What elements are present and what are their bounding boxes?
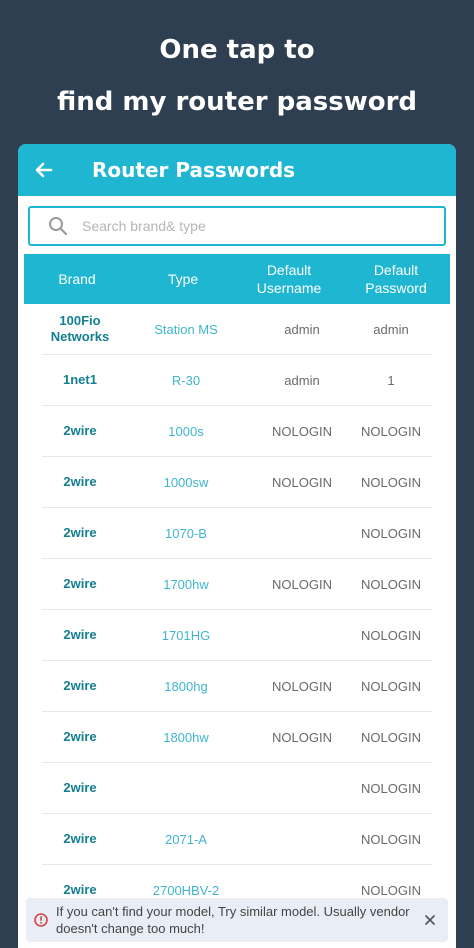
cell-password: NOLOGIN — [361, 678, 421, 694]
table-row[interactable]: 2wire 2071-A NOLOGIN — [42, 814, 432, 865]
cell-password: NOLOGIN — [361, 423, 421, 439]
cell-type: 1800hg — [164, 678, 208, 694]
search-icon — [49, 217, 68, 236]
table-header: Brand Type Default Username Default Pass… — [24, 254, 450, 304]
cell-type: Station MS — [154, 321, 218, 337]
cell-password: NOLOGIN — [361, 576, 421, 592]
cell-brand: 2wire — [63, 780, 97, 795]
close-toast-button[interactable] — [420, 910, 440, 930]
close-icon — [425, 915, 435, 925]
info-circle-icon — [34, 913, 48, 927]
cell-brand: 2wire — [63, 729, 97, 744]
cell-type: 2071-A — [165, 831, 207, 847]
arrow-left-icon — [35, 162, 53, 178]
promo-line-2: find my router password — [56, 87, 418, 117]
table-row[interactable]: 2wire 1070-B NOLOGIN — [42, 508, 432, 559]
table-row[interactable]: 2wire 1800hw NOLOGIN NOLOGIN — [42, 712, 432, 763]
cell-username: NOLOGIN — [272, 474, 332, 490]
cell-password: NOLOGIN — [361, 627, 421, 643]
app-bar-title: Router Passwords — [92, 158, 296, 182]
search-area — [18, 196, 456, 252]
cell-type: 1700hw — [163, 576, 209, 592]
cell-password: 1 — [387, 372, 395, 388]
table-row[interactable]: 2wire 1800hg NOLOGIN NOLOGIN — [42, 661, 432, 712]
cell-type: 1070-B — [165, 525, 207, 541]
cell-brand: 1net1 — [63, 372, 97, 387]
router-table-body: 100Fio Networks Station MS admin admin 1… — [42, 304, 432, 916]
table-row[interactable]: 2wire 1700hw NOLOGIN NOLOGIN — [42, 559, 432, 610]
cell-username: NOLOGIN — [272, 678, 332, 694]
promo-line-1: One tap to — [159, 35, 315, 65]
app-bar: Router Passwords — [18, 144, 456, 196]
cell-brand: 2wire — [63, 882, 97, 897]
cell-type: 1701HG — [161, 627, 211, 643]
cell-username: admin — [284, 372, 320, 388]
header-type[interactable]: Type — [130, 271, 236, 287]
table-row[interactable]: 100Fio Networks Station MS admin admin — [42, 304, 432, 355]
search-box[interactable] — [28, 206, 446, 246]
header-default-username[interactable]: Default Username — [236, 261, 342, 297]
cell-password: NOLOGIN — [361, 780, 421, 796]
cell-username: NOLOGIN — [272, 729, 332, 745]
search-input[interactable] — [80, 217, 404, 235]
header-brand[interactable]: Brand — [24, 271, 130, 287]
cell-password: admin — [373, 321, 409, 337]
table-row[interactable]: 2wire 1000s NOLOGIN NOLOGIN — [42, 406, 432, 457]
cell-password: NOLOGIN — [361, 882, 421, 898]
cell-brand: 100Fio Networks — [50, 313, 110, 344]
cell-type: 1800hw — [163, 729, 209, 745]
cell-brand: 2wire — [63, 525, 97, 540]
cell-brand: 2wire — [63, 423, 97, 438]
app-screen: Router Passwords Brand Type Default User… — [18, 144, 456, 948]
cell-username: admin — [284, 321, 320, 337]
cell-type: 1000sw — [163, 474, 209, 490]
cell-brand: 2wire — [63, 576, 97, 591]
table-row[interactable]: 2wire NOLOGIN — [42, 763, 432, 814]
hint-text: If you can't find your model, Try simila… — [56, 904, 410, 936]
cell-username: NOLOGIN — [272, 576, 332, 592]
cell-password: NOLOGIN — [361, 474, 421, 490]
cell-brand: 2wire — [63, 627, 97, 642]
back-button[interactable] — [18, 144, 70, 196]
table-row[interactable]: 2wire 1701HG NOLOGIN — [42, 610, 432, 661]
hint-toast: If you can't find your model, Try simila… — [26, 898, 448, 942]
cell-type: 2700HBV-2 — [152, 882, 220, 898]
table-row[interactable]: 1net1 R-30 admin 1 — [42, 355, 432, 406]
promo-heading: One tap to find my router password — [0, 24, 474, 128]
cell-brand: 2wire — [63, 831, 97, 846]
cell-type: 1000s — [168, 423, 204, 439]
cell-password: NOLOGIN — [361, 525, 421, 541]
table-row[interactable]: 2wire 1000sw NOLOGIN NOLOGIN — [42, 457, 432, 508]
cell-password: NOLOGIN — [361, 729, 421, 745]
cell-password: NOLOGIN — [361, 831, 421, 847]
cell-brand: 2wire — [63, 678, 97, 693]
cell-brand: 2wire — [63, 474, 97, 489]
cell-type: R-30 — [171, 372, 201, 388]
header-default-password[interactable]: Default Password — [342, 261, 450, 297]
cell-username: NOLOGIN — [272, 423, 332, 439]
